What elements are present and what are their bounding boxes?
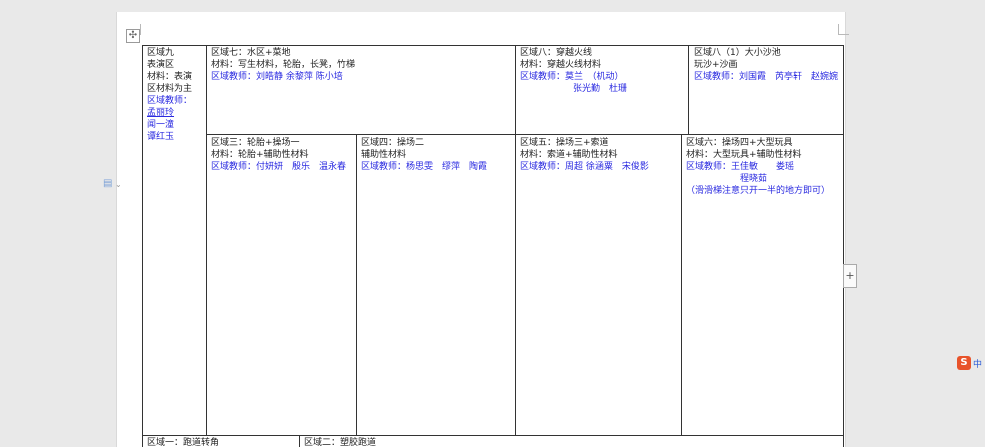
zone9-line: 表演区 xyxy=(147,60,175,70)
crop-mark-top-right xyxy=(838,24,849,35)
zone2-title: 区域二：塑胶跑道 xyxy=(304,438,377,447)
col-divider xyxy=(688,45,689,134)
zone4-cell[interactable]: 区域四：操场二 辅助性材料 区域教师：杨思雯 缪萍 陶霞 xyxy=(361,137,513,173)
zone9-line: 材料：表演 xyxy=(147,72,193,82)
zone8-1-cell[interactable]: 区域八（1）大小沙池 玩沙+沙画 区域教师：刘国霞 芮亭轩 赵婉婉 xyxy=(694,47,841,83)
table-top-border xyxy=(142,45,843,46)
row-divider xyxy=(206,134,843,135)
zone4-material: 辅助性材料 xyxy=(361,150,407,160)
zone6-note: （滑滑梯注意只开一半的地方即可） xyxy=(686,186,831,196)
col-divider xyxy=(356,134,357,435)
zone1-cell[interactable]: 区域一：跑道转角 xyxy=(147,437,297,447)
zone7-cell[interactable]: 区域七：水区+菜地 材料：写生材料，轮胎，长凳，竹梯 区域教师：刘皓静 余黎萍 … xyxy=(211,47,513,83)
zone7-title: 区域七：水区+菜地 xyxy=(211,48,291,58)
zone5-cell[interactable]: 区域五：操场三+索道 材料：索道+辅助性材料 区域教师：周超 徐涵粟 宋俊影 xyxy=(520,137,680,173)
zone6-cell[interactable]: 区域六：操场四+大型玩具 材料：大型玩具+辅助性材料 区域教师：王佳敏 娄瑶 程… xyxy=(686,137,841,197)
zone9-cell[interactable]: 区域九 表演区 材料：表演 区材料为主 区域教师： 孟丽玲 闻一潼 谭红玉 xyxy=(147,47,205,143)
zone8-teachers: 区域教师：莫兰 （机动） xyxy=(520,72,624,82)
zone6-title: 区域六：操场四+大型玩具 xyxy=(686,138,793,148)
zone6-teachers: 区域教师：王佳敏 娄瑶 xyxy=(686,162,795,172)
zone9-teacher: 谭红玉 xyxy=(147,132,175,142)
zone8-title: 区域八：穿越火线 xyxy=(520,48,593,58)
zone9-teacher: 闻一潼 xyxy=(147,120,175,130)
zone8-1-material: 玩沙+沙画 xyxy=(694,60,738,70)
table-right-border xyxy=(843,45,844,447)
zone8-material: 材料：穿越火线材料 xyxy=(520,60,602,70)
zone8-1-teachers: 区域教师：刘国霞 芮亭轩 赵婉婉 xyxy=(694,72,839,82)
zone2-cell[interactable]: 区域二：塑胶跑道 xyxy=(304,437,504,447)
col-divider xyxy=(299,435,300,447)
table-move-handle-icon[interactable]: ✣ xyxy=(126,29,140,43)
col-divider xyxy=(515,45,516,435)
add-column-button[interactable]: + xyxy=(843,264,857,288)
zone5-teachers: 区域教师：周超 徐涵粟 宋俊影 xyxy=(520,162,649,172)
zone8-1-title: 区域八（1）大小沙池 xyxy=(694,48,781,58)
zone6-teachers-2: 程晓茹 xyxy=(740,174,768,184)
zone6-material: 材料：大型玩具+辅助性材料 xyxy=(686,150,802,160)
zone7-material: 材料：写生材料，轮胎，长凳，竹梯 xyxy=(211,60,356,70)
zone5-title: 区域五：操场三+索道 xyxy=(520,138,609,148)
ime-mode-label: 中 xyxy=(973,359,983,370)
zone5-material: 材料：索道+辅助性材料 xyxy=(520,150,618,160)
zone3-title: 区域三：轮胎+操场一 xyxy=(211,138,300,148)
col-divider xyxy=(206,45,207,435)
zone4-teachers: 区域教师：杨思雯 缪萍 陶霞 xyxy=(361,162,488,172)
zone4-title: 区域四：操场二 xyxy=(361,138,425,148)
zone3-material: 材料：轮胎+辅助性材料 xyxy=(211,150,309,160)
zone3-teachers: 区域教师：付妍妍 殷乐 温永春 xyxy=(211,162,347,172)
zone9-line: 区域九 xyxy=(147,48,175,58)
ime-indicator[interactable]: S 中 xyxy=(957,356,982,370)
zone9-teacher-label: 区域教师： xyxy=(147,96,193,106)
paragraph-layout-icon[interactable]: ▤ xyxy=(103,178,113,189)
sogou-ime-icon: S xyxy=(957,356,971,370)
chevron-down-icon[interactable]: ⌄ xyxy=(115,180,122,189)
zone8-teachers-2: 张光勤 杜珊 xyxy=(573,84,628,94)
row-divider-bottom xyxy=(142,435,843,436)
zone8-cell[interactable]: 区域八：穿越火线 材料：穿越火线材料 区域教师：莫兰 （机动） 张光勤 杜珊 xyxy=(520,47,686,95)
zone7-teachers: 区域教师：刘皓静 余黎萍 陈小培 xyxy=(211,72,343,82)
zone9-line: 区材料为主 xyxy=(147,84,193,94)
col-divider xyxy=(681,134,682,435)
zone1-title: 区域一：跑道转角 xyxy=(147,438,220,447)
zone9-teacher: 孟丽玲 xyxy=(147,108,175,118)
table-left-border xyxy=(142,45,143,447)
zone3-cell[interactable]: 区域三：轮胎+操场一 材料：轮胎+辅助性材料 区域教师：付妍妍 殷乐 温永春 xyxy=(211,137,354,173)
